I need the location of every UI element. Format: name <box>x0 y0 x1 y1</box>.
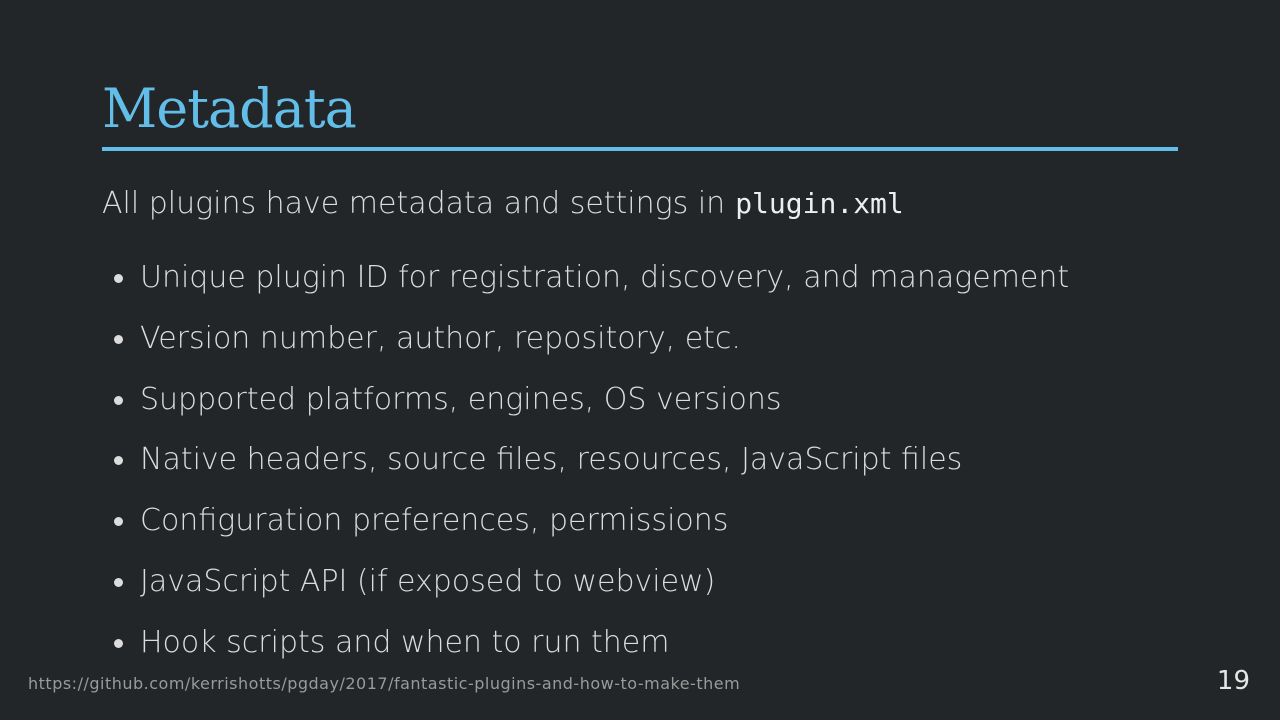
bullet-dot-icon <box>114 456 123 466</box>
bullet-dot-icon <box>114 517 123 527</box>
bullet-text: Unique plugin ID for registration, disco… <box>140 260 1070 295</box>
bullet-dot-icon <box>114 274 123 283</box>
footer-url: https://github.com/kerrishotts/pgday/201… <box>28 674 741 693</box>
bullet-item: Native headers, source files, resources,… <box>112 439 1069 500</box>
title-underline <box>102 147 1178 151</box>
intro-line: All plugins have metadata and settings i… <box>102 184 904 224</box>
bullet-item: Configuration preferences, permissions <box>112 500 1069 561</box>
bullet-dot-icon <box>114 638 123 648</box>
intro-code: plugin.xml <box>735 187 904 220</box>
bullet-text: Hook scripts and when to run them <box>140 624 670 660</box>
bullet-text: Configuration preferences, permissions <box>140 503 729 539</box>
slide: Metadata All plugins have metadata and s… <box>0 0 1280 720</box>
bullet-item: Unique plugin ID for registration, disco… <box>112 257 1069 318</box>
bullet-dot-icon <box>114 577 123 587</box>
bullet-list: Unique plugin ID for registration, disco… <box>112 257 1069 683</box>
bullet-text: JavaScript API (if exposed to webview) <box>140 563 716 599</box>
bullet-item: Version number, author, repository, etc. <box>112 318 1069 379</box>
bullet-text: Native headers, source files, resources,… <box>140 442 963 478</box>
bullet-item: Supported platforms, engines, OS version… <box>112 379 1069 440</box>
bullet-dot-icon <box>114 334 123 344</box>
bullet-text: Version number, author, repository, etc. <box>140 320 741 356</box>
bullet-dot-icon <box>114 395 123 405</box>
page-number: 19 <box>1216 666 1250 696</box>
bullet-item: JavaScript API (if exposed to webview) <box>112 561 1069 622</box>
slide-title: Metadata <box>102 77 357 140</box>
intro-text: All plugins have metadata and settings i… <box>102 186 726 221</box>
bullet-text: Supported platforms, engines, OS version… <box>140 381 782 417</box>
